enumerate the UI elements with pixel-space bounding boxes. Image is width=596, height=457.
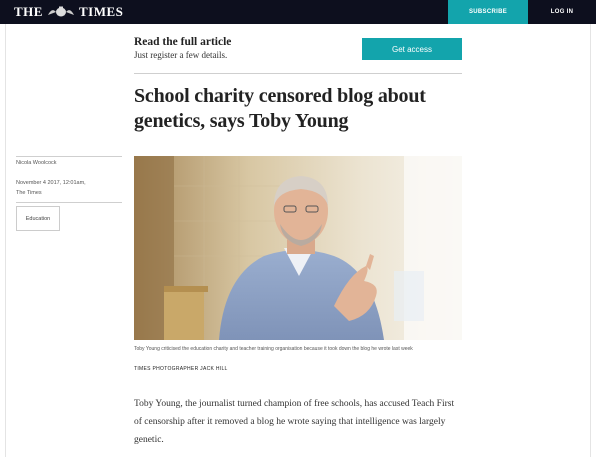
times-logo[interactable]: THE TIMES — [14, 4, 123, 20]
image-caption: Toby Young criticised the education char… — [134, 346, 413, 352]
byline-divider-bottom — [16, 202, 122, 203]
portrait-illustration — [134, 156, 462, 340]
crest-icon — [47, 6, 74, 17]
publication-name: The Times — [16, 190, 42, 196]
article-body-paragraph: Toby Young, the journalist turned champi… — [134, 399, 455, 445]
article-headline: School charity censored blog about genet… — [134, 85, 426, 132]
author-name[interactable]: Nicola Woolcock — [16, 160, 57, 166]
section-tag[interactable]: Education — [16, 206, 60, 231]
subscribe-button[interactable]: SUBSCRIBE — [448, 0, 528, 24]
top-bar: THE TIMES SUBSCRIBE LOG IN — [0, 0, 596, 24]
byline-divider-top — [16, 156, 122, 157]
article-image — [134, 156, 462, 340]
divider — [134, 73, 462, 74]
promo-title: Read the full article — [134, 36, 232, 48]
logo-text-times: TIMES — [78, 4, 124, 19]
publish-date: November 4 2017, 12:01am, — [16, 180, 86, 186]
login-button[interactable]: LOG IN — [528, 0, 596, 24]
logo-text-the: THE — [14, 4, 43, 19]
page-frame-right — [590, 24, 591, 457]
page-frame-left — [5, 24, 6, 457]
get-access-button[interactable]: Get access — [362, 38, 462, 60]
image-credit: TIMES PHOTOGRAPHER JACK HILL — [134, 366, 228, 372]
promo-subtitle: Just register a few details. — [134, 50, 228, 60]
